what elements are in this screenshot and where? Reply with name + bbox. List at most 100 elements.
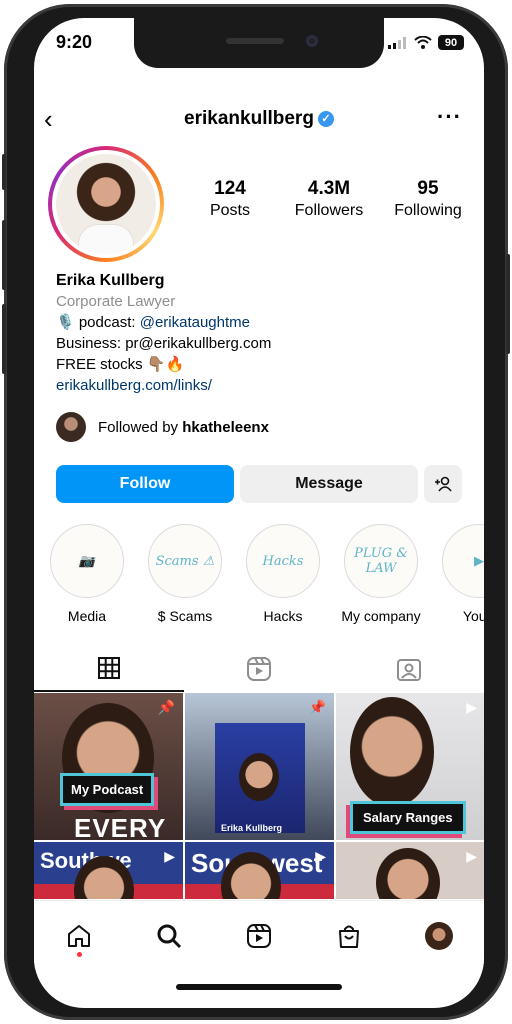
tagged-icon — [397, 659, 421, 681]
username-text: erikankullberg — [184, 108, 314, 129]
highlight-cover: Hacks — [246, 524, 320, 598]
highlight-cover: Scams ⚠ — [148, 524, 222, 598]
highlight-cover: 📷 — [50, 524, 124, 598]
highlight-scams[interactable]: Scams ⚠ $ Scams — [140, 524, 230, 624]
highlight-label: Hacks — [263, 608, 303, 624]
bio-line-stocks: FREE stocks 👇🏽🔥 — [56, 356, 185, 373]
highlight-my-company[interactable]: PLUG & LAW My company — [336, 524, 426, 624]
grid-icon — [98, 657, 120, 679]
category-label: Corporate Lawyer — [56, 293, 176, 310]
screen: 9:20 90 ‹ erikankullberg ✓ ··· 124 Posts… — [34, 18, 484, 1008]
reels-icon: ▶ — [466, 699, 477, 715]
message-button[interactable]: Message — [240, 465, 418, 503]
follow-button[interactable]: Follow — [56, 465, 234, 503]
stat-value: 124 — [214, 178, 246, 199]
home-indicator[interactable] — [176, 984, 342, 990]
reels-icon: ▶ — [466, 848, 477, 864]
bio-line-business: Business: pr@erikakullberg.com — [56, 335, 272, 352]
bottom-navigation — [34, 900, 484, 970]
avatar-shirt — [78, 224, 134, 254]
post-thumbnail — [376, 848, 440, 899]
reels-icon: ▶ — [164, 848, 175, 864]
post-tile[interactable]: Southwest ▶ — [185, 842, 334, 899]
followed-by[interactable]: Followed by hkatheleenx — [56, 412, 269, 442]
volume-up-button — [2, 220, 6, 290]
tab-reels[interactable] — [184, 646, 334, 692]
stat-posts[interactable]: 124 Posts — [184, 178, 276, 220]
wifi-icon — [414, 36, 432, 49]
home-icon — [68, 924, 90, 947]
volume-down-button — [2, 304, 6, 374]
verified-check-icon: ✓ — [317, 110, 334, 127]
avatar-photo — [56, 154, 156, 254]
signal-icon — [388, 36, 406, 49]
stat-value: 95 — [417, 178, 439, 199]
highlight-label: $ Scams — [157, 608, 213, 624]
stat-label: Followers — [294, 202, 364, 219]
more-horizontal-icon[interactable]: ··· — [437, 104, 462, 130]
profile-tabs — [34, 646, 484, 692]
notification-dot — [77, 951, 82, 957]
post-face — [239, 753, 279, 801]
display-name: Erika Kullberg — [56, 272, 165, 289]
bio-line-podcast: 🎙️ podcast: @erikataughtme — [56, 312, 466, 333]
post-tile[interactable]: 📌 My Podcast EVERY — [34, 693, 183, 840]
profile-header: ‹ erikankullberg ✓ ··· — [34, 104, 484, 136]
nav-reels[interactable] — [234, 911, 284, 961]
highlight-hacks[interactable]: Hacks Hacks — [238, 524, 328, 624]
stat-label: Posts — [209, 202, 250, 219]
reels-icon — [247, 657, 271, 681]
bio-link[interactable]: erikakullberg.com/links/ — [56, 375, 466, 396]
search-icon — [157, 924, 182, 948]
nav-search[interactable] — [144, 911, 194, 961]
stat-following[interactable]: 95 Following — [382, 178, 474, 220]
add-user-button[interactable] — [424, 465, 462, 503]
stat-value: 4.3M — [307, 178, 351, 199]
highlight-youtube[interactable]: ▶ YouT — [434, 524, 484, 624]
pin-icon: 📌 — [157, 699, 175, 715]
post-tile[interactable]: Erika Kullberg 📌 — [185, 693, 334, 840]
power-button — [506, 254, 510, 354]
add-user-icon — [435, 476, 452, 492]
bio-podcast-prefix: 🎙️ podcast: — [56, 314, 140, 331]
pin-icon: 📌 — [308, 699, 326, 715]
nav-profile[interactable] — [414, 911, 464, 961]
status-icons: 90 — [388, 35, 464, 50]
reels-icon — [247, 923, 271, 948]
bio-podcast-handle[interactable]: @erikataughtme — [140, 314, 250, 331]
post-tile[interactable]: ▶ Salary Ranges — [336, 693, 484, 840]
followed-by-text: Followed by hkatheleenx — [98, 419, 269, 436]
post-tile[interactable]: ▶ — [336, 842, 484, 899]
highlight-label: My company — [341, 608, 421, 624]
profile-actions: Follow Message — [56, 465, 462, 503]
post-thumbnail — [350, 697, 434, 807]
nav-home[interactable] — [54, 911, 104, 961]
status-bar: 9:20 90 — [34, 18, 484, 68]
post-caption: Erika Kullberg — [221, 823, 283, 833]
tab-grid[interactable] — [34, 646, 184, 692]
shop-icon — [339, 925, 359, 948]
posts-grid: 📌 My Podcast EVERY Erika Kullberg 📌 ▶ Sa… — [34, 693, 484, 899]
tab-tagged[interactable] — [334, 646, 484, 692]
highlight-media[interactable]: 📷 Media — [42, 524, 132, 624]
stat-label: Following — [394, 202, 462, 219]
profile-bio: Erika Kullberg Corporate Lawyer 🎙️ podca… — [56, 270, 466, 396]
phone-frame: 9:20 90 ‹ erikankullberg ✓ ··· 124 Posts… — [2, 4, 510, 1020]
profile-avatar-icon — [425, 921, 453, 950]
post-caption: Salary Ranges — [350, 801, 466, 834]
avatar-border — [52, 150, 160, 258]
post-caption: My Podcast — [60, 773, 155, 806]
profile-stats: 124 Posts 4.3M Followers 95 Following — [184, 178, 474, 220]
status-time: 9:20 — [56, 32, 93, 52]
profile-avatar[interactable] — [48, 146, 164, 262]
highlight-cover: PLUG & LAW — [344, 524, 418, 598]
followed-by-user: hkatheleenx — [182, 418, 269, 436]
reels-icon: ▶ — [315, 848, 326, 864]
nav-shop[interactable] — [324, 911, 374, 961]
battery-indicator: 90 — [438, 35, 464, 50]
post-overlay-text: EVERY — [74, 813, 167, 840]
profile-username: erikankullberg ✓ — [34, 108, 484, 130]
stat-followers[interactable]: 4.3M Followers — [283, 178, 375, 220]
post-tile[interactable]: Southwe ▶ — [34, 842, 183, 899]
story-highlights: 📷 Media Scams ⚠ $ Scams Hacks Hacks PLUG… — [34, 524, 484, 636]
